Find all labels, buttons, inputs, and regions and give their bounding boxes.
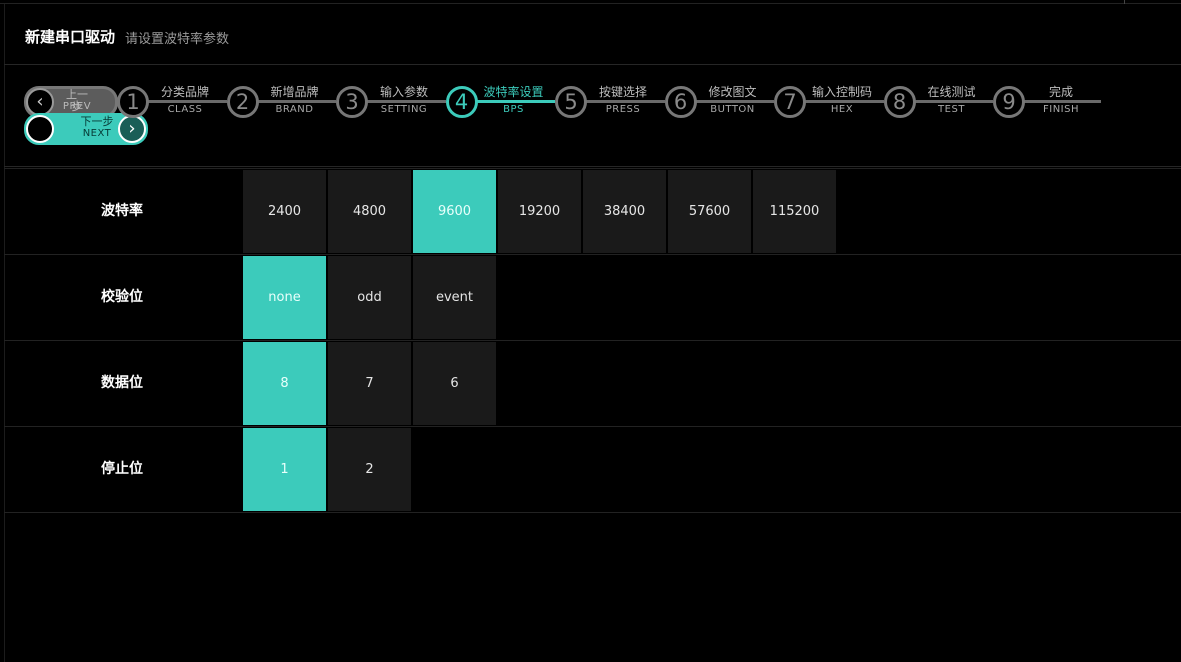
step-4-label: 波特率设置 (483, 85, 544, 99)
next-button-sublabel: NEXT (82, 128, 112, 139)
stepper-divider (4, 166, 1181, 167)
param-row-label: 校验位 (101, 289, 143, 305)
option-button[interactable]: 6 (413, 342, 496, 425)
chevron-right-icon: › (118, 115, 146, 143)
step-5-label: 按键选择 (598, 85, 647, 99)
step-8-label: 在线测试 (927, 85, 976, 99)
page-subtitle: 请设置波特率参数 (125, 32, 230, 47)
option-button[interactable]: 1 (243, 428, 326, 511)
step-connector (911, 100, 993, 103)
step-connector (802, 100, 884, 103)
page-header: 新建串口驱动 请设置波特率参数 (0, 4, 1181, 64)
step-6-sublabel: BUTTON (710, 104, 755, 115)
step-connector (583, 100, 665, 103)
step-8-sublabel: TEST (938, 104, 965, 115)
step-connector (473, 100, 555, 103)
option-button[interactable]: 7 (328, 342, 411, 425)
prev-button-sublabel: PREV (62, 101, 92, 112)
header-divider (4, 64, 1181, 65)
step-1-sublabel: CLASS (167, 104, 203, 115)
step-5-sublabel: PRESS (605, 104, 641, 115)
option-button[interactable]: 2 (328, 428, 411, 511)
next-button-left-circle (26, 115, 54, 143)
option-button[interactable]: 57600 (668, 170, 751, 253)
option-button[interactable]: event (413, 256, 496, 339)
step-connector (364, 100, 446, 103)
option-button[interactable]: 19200 (498, 170, 581, 253)
option-button[interactable]: none (243, 256, 326, 339)
page-title: 新建串口驱动 (25, 28, 116, 46)
step-9-sublabel: FINISH (1043, 104, 1079, 115)
option-button[interactable]: odd (328, 256, 411, 339)
chevron-left-icon: ‹ (26, 88, 54, 116)
step-2-label: 新增品牌 (270, 85, 319, 99)
step-2-sublabel: BRAND (275, 104, 314, 115)
option-button[interactable]: 2400 (243, 170, 326, 253)
step-4-sublabel: BPS (503, 104, 524, 115)
option-button[interactable]: 115200 (753, 170, 836, 253)
option-button[interactable]: 38400 (583, 170, 666, 253)
wizard-stepper: ‹ 上一步 PREV 下一步 NEXT › 1 分类品牌 CLASS 2 新增品牌 BRA… (0, 66, 1181, 166)
param-row: 数据位 8 7 6 (4, 340, 1181, 426)
step-3-sublabel: SETTING (380, 104, 428, 115)
option-button[interactable]: 4800 (328, 170, 411, 253)
next-button-label: 下一步 (80, 115, 114, 128)
option-button[interactable]: 8 (243, 342, 326, 425)
step-connector (145, 100, 227, 103)
next-button[interactable]: 下一步 NEXT › (24, 113, 148, 145)
param-row-label: 波特率 (101, 203, 143, 219)
option-button[interactable]: 9600 (413, 170, 496, 253)
step-connector (692, 100, 774, 103)
param-row-label: 停止位 (101, 461, 143, 477)
param-row: 停止位 1 2 (4, 426, 1181, 513)
step-connector (1021, 100, 1101, 103)
step-7-sublabel: HEX (830, 104, 854, 115)
param-row: 校验位 none odd event (4, 254, 1181, 340)
step-3-label: 输入参数 (379, 85, 428, 99)
param-row-label: 数据位 (101, 375, 143, 391)
param-row: 波特率 2400 4800 9600 19200 38400 57600 115200 (4, 168, 1181, 254)
step-connector (254, 100, 336, 103)
step-7-label: 输入控制码 (811, 85, 872, 99)
step-1-label: 分类品牌 (160, 85, 209, 99)
step-9-label: 完成 (1048, 85, 1073, 99)
step-6-label: 修改图文 (708, 85, 757, 99)
